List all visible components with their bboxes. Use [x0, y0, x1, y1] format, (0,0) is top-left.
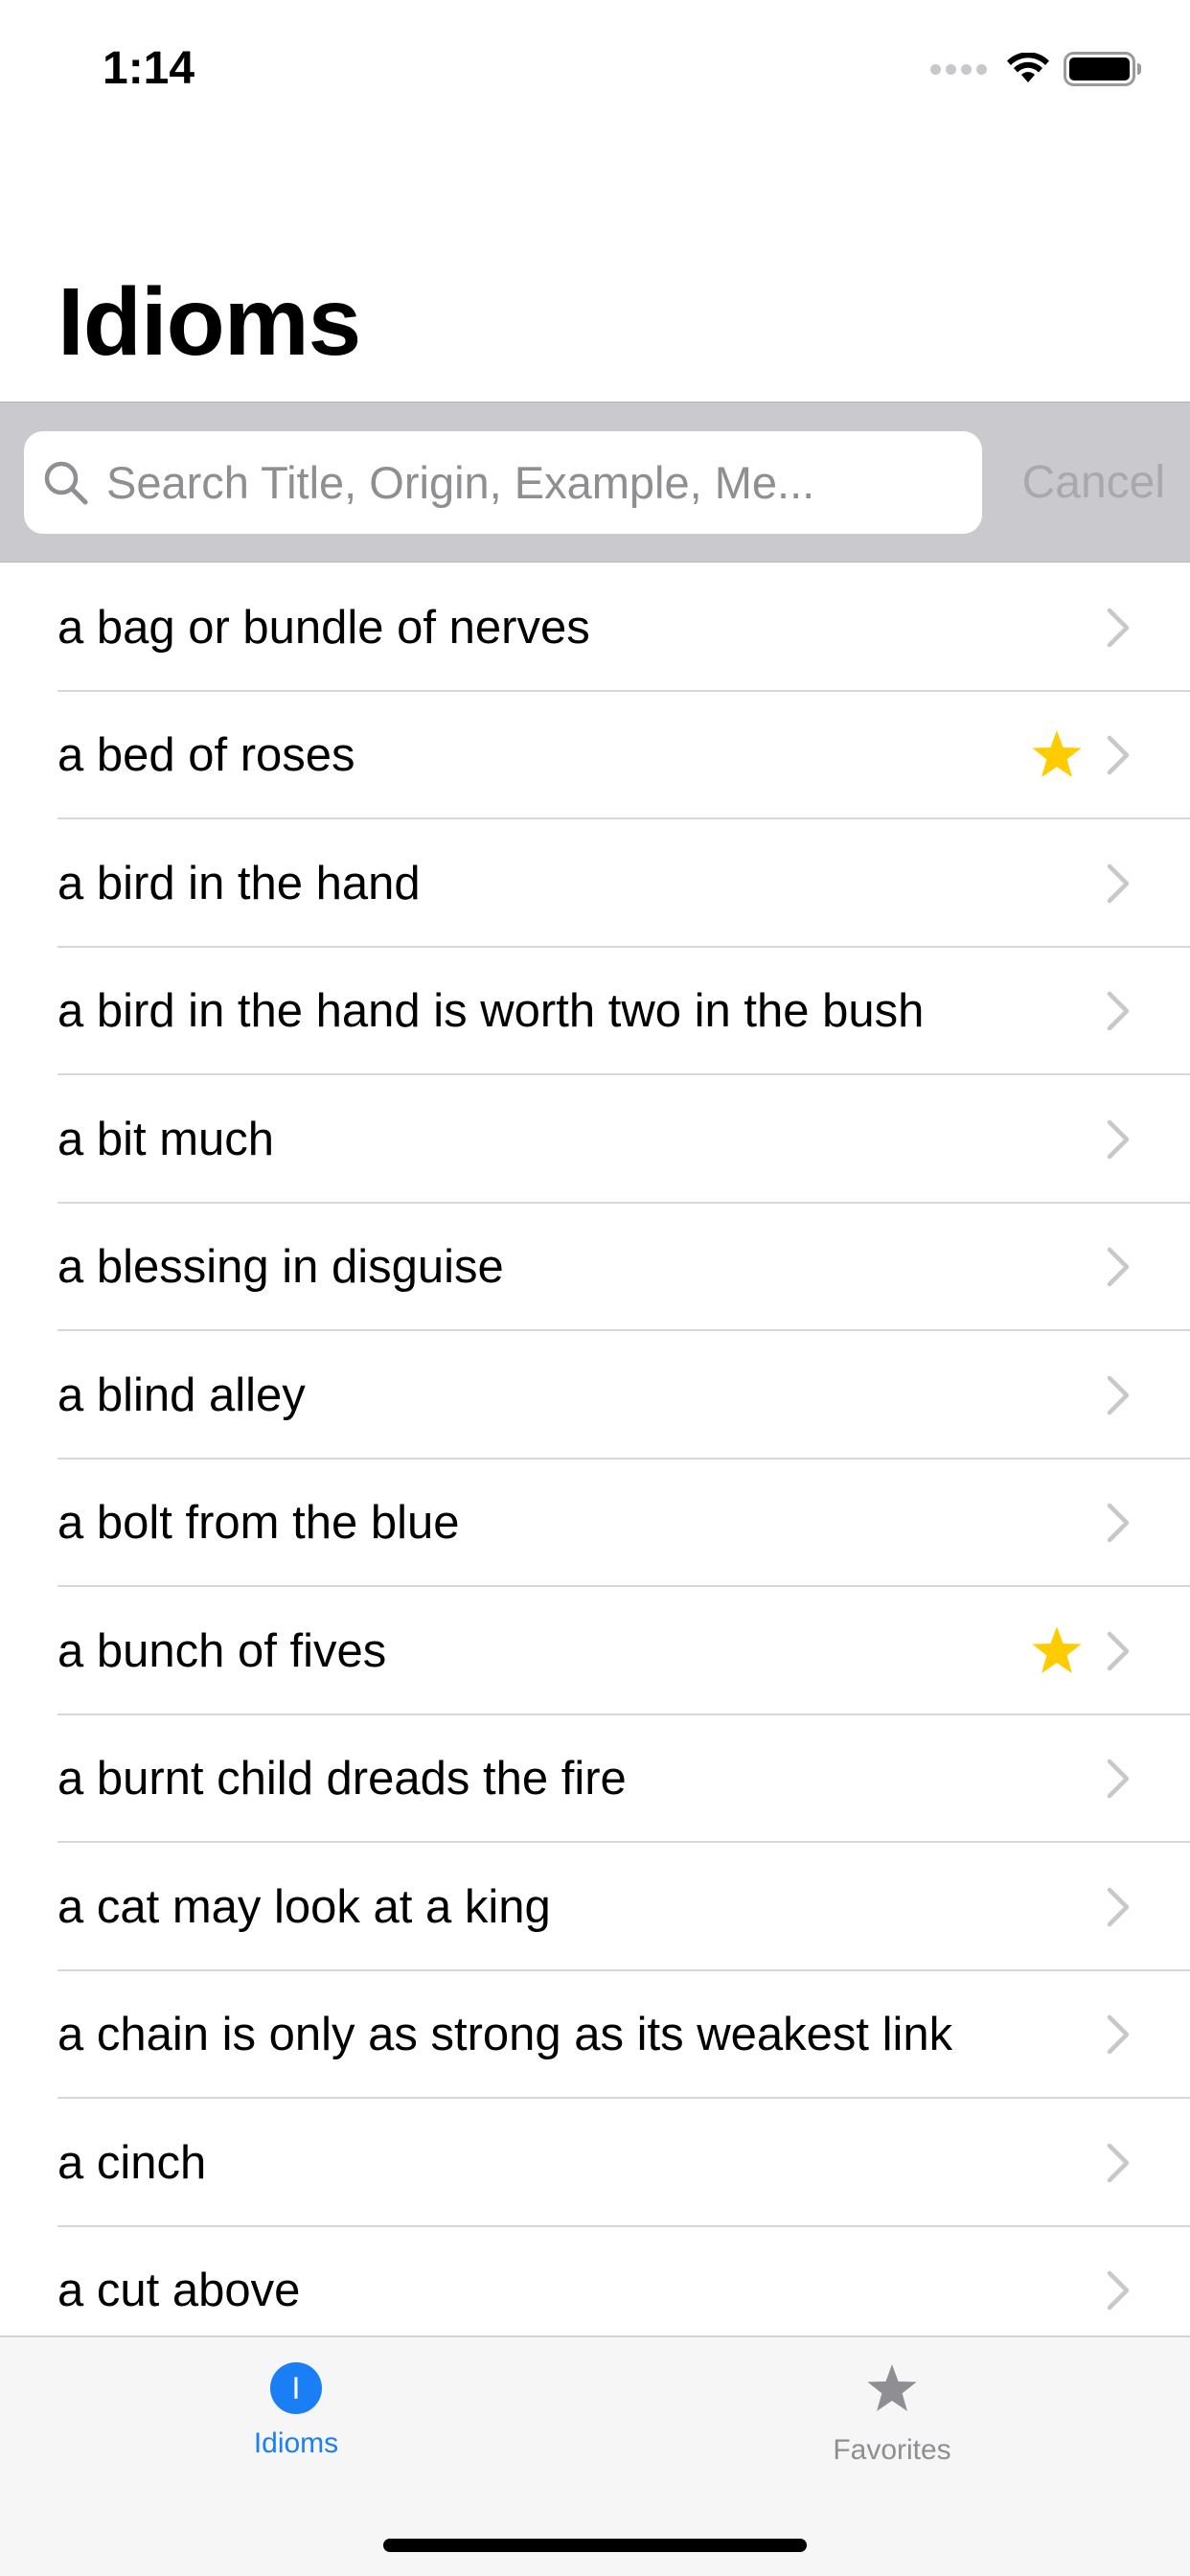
status-icons	[930, 52, 1142, 86]
list-item[interactable]: a burnt child dreads the fire	[0, 1715, 1190, 1844]
list-item[interactable]: a cut above	[0, 2227, 1190, 2337]
chevron-right-icon	[1107, 863, 1130, 903]
battery-icon	[1064, 52, 1141, 86]
list-item-label: a bag or bundle of nerves	[57, 601, 590, 654]
list-item[interactable]: a bed of roses	[0, 692, 1190, 820]
search-icon	[44, 461, 88, 504]
list-item-label: a bed of roses	[57, 729, 355, 782]
search-field[interactable]	[24, 431, 982, 534]
chevron-right-icon	[1107, 1375, 1130, 1414]
wifi-icon	[1007, 53, 1049, 82]
list-item[interactable]: a bag or bundle of nerves	[0, 564, 1190, 692]
tab-idioms[interactable]: I Idioms	[152, 2362, 440, 2460]
list-item-label: a burnt child dreads the fire	[57, 1753, 627, 1806]
chevron-right-icon	[1107, 2271, 1130, 2311]
search-bar: Cancel	[0, 402, 1190, 563]
list-item[interactable]: a chain is only as strong as its weakest…	[0, 1971, 1190, 2100]
favorite-star-icon	[1032, 730, 1082, 778]
tab-idioms-label: Idioms	[253, 2427, 339, 2459]
status-bar: 1:14	[0, 0, 1190, 134]
tab-favorites-label: Favorites	[833, 2434, 951, 2466]
chevron-right-icon	[1107, 1248, 1130, 1287]
status-time: 1:14	[103, 43, 195, 94]
list-item-label: a bunch of fives	[57, 1624, 387, 1677]
page-title: Idioms	[57, 268, 361, 376]
home-indicator	[383, 2539, 807, 2552]
list-item-label: a cinch	[57, 2136, 207, 2189]
chevron-right-icon	[1107, 1887, 1130, 1926]
chevron-right-icon	[1107, 992, 1130, 1031]
star-icon	[867, 2364, 917, 2411]
list-item[interactable]: a bit much	[0, 1075, 1190, 1204]
list-item[interactable]: a cat may look at a king	[0, 1843, 1190, 1971]
list-item[interactable]: a blind alley	[0, 1331, 1190, 1460]
list-item[interactable]: a bird in the hand is worth two in the b…	[0, 948, 1190, 1076]
idioms-circle-icon: I	[270, 2362, 322, 2414]
chevron-right-icon	[1107, 1119, 1130, 1159]
tab-favorites[interactable]: Favorites	[748, 2362, 1036, 2467]
chevron-right-icon	[1107, 1631, 1130, 1670]
list-item-label: a chain is only as strong as its weakest…	[57, 2009, 953, 2061]
list-item-label: a bolt from the blue	[57, 1497, 460, 1550]
list-item[interactable]: a blessing in disguise	[0, 1204, 1190, 1332]
list-item-label: a blind alley	[57, 1368, 306, 1421]
list-item-label: a blessing in disguise	[57, 1241, 504, 1294]
chevron-right-icon	[1107, 2143, 1130, 2182]
idiom-list: a bag or bundle of nerves a bed of roses a…	[0, 564, 1190, 2336]
cancel-button[interactable]: Cancel	[1022, 456, 1165, 509]
chevron-right-icon	[1107, 608, 1130, 647]
list-item[interactable]: a bunch of fives	[0, 1587, 1190, 1715]
list-item-label: a bird in the hand is worth two in the b…	[57, 985, 925, 1038]
list-item[interactable]: a bird in the hand	[0, 819, 1190, 948]
list-item-label: a bit much	[57, 1113, 275, 1165]
list-item[interactable]: a cinch	[0, 2099, 1190, 2227]
chevron-right-icon	[1107, 1760, 1130, 1799]
list-item-label: a cut above	[57, 2265, 301, 2317]
cellular-signal-icon	[930, 63, 987, 75]
chevron-right-icon	[1107, 736, 1130, 775]
favorite-star-icon	[1032, 1625, 1082, 1673]
search-input[interactable]	[106, 456, 950, 509]
list-item-label: a cat may look at a king	[57, 1880, 551, 1933]
list-item-label: a bird in the hand	[57, 857, 421, 909]
list-item[interactable]: a bolt from the blue	[0, 1460, 1190, 1588]
chevron-right-icon	[1107, 1504, 1130, 1543]
chevron-right-icon	[1107, 2015, 1130, 2055]
